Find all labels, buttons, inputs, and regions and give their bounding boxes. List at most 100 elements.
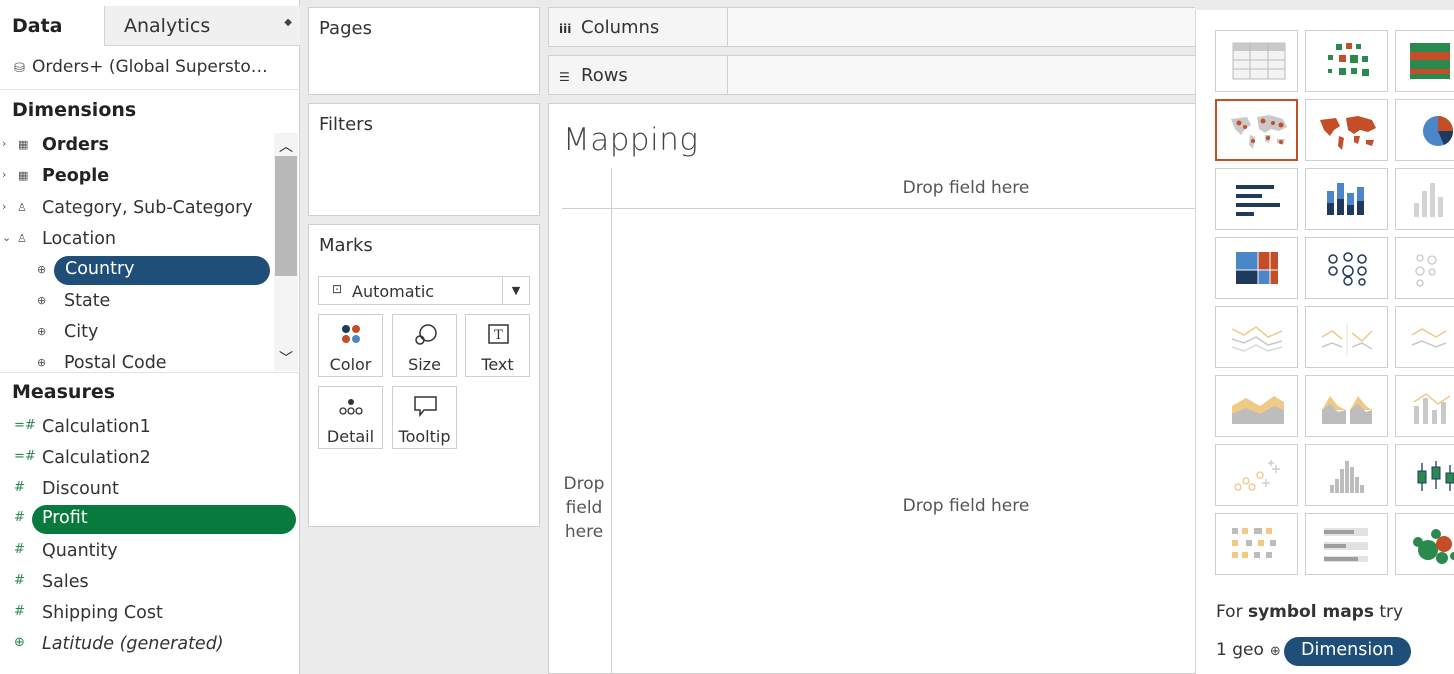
measure-label: Calculation1 (42, 417, 151, 437)
measure-item-shipping-cost[interactable]: # Shipping Cost (0, 598, 300, 629)
dimension-folder-orders[interactable]: › ▦ Orders (0, 130, 272, 161)
chevron-down-icon[interactable]: ⌄ (2, 231, 11, 244)
drop-zone-rows-line: here (564, 522, 604, 542)
lines-discrete-icon (1321, 323, 1373, 355)
rows-drop-zone[interactable] (727, 56, 1207, 94)
showme-gantt-chart[interactable] (1215, 513, 1298, 575)
chevron-up-icon[interactable]: ︿ (275, 136, 297, 155)
showme-dual-lines[interactable] (1395, 306, 1454, 368)
lines-continuous-icon (1231, 326, 1283, 352)
showme-side-by-side-circles[interactable] (1395, 237, 1454, 299)
dimension-label: Postal Code (64, 353, 167, 372)
showme-filled-map[interactable] (1305, 99, 1388, 161)
dimension-folder-people[interactable]: › ▦ People (0, 161, 272, 192)
marks-color-button[interactable]: Color (318, 314, 383, 377)
dimension-item-postal-code[interactable]: ⊕ Postal Code (0, 348, 272, 372)
filters-card[interactable]: Filters (308, 103, 540, 216)
pages-card[interactable]: Pages (308, 7, 540, 95)
measure-item-latitude[interactable]: ⊕ Latitude (generated) (0, 629, 300, 660)
showme-pie-chart[interactable] (1395, 99, 1454, 161)
marks-tooltip-button[interactable]: Tooltip (392, 386, 457, 449)
marks-tooltip-label: Tooltip (398, 427, 451, 446)
dimension-label: Orders (42, 135, 109, 155)
showme-stacked-bars[interactable] (1305, 168, 1388, 230)
showme-heat-map[interactable] (1305, 30, 1388, 92)
showme-circle-views[interactable] (1305, 237, 1388, 299)
datasource-item[interactable]: ⛁ Orders+ (Global Supersto… (0, 46, 300, 90)
hierarchy-icon: ♙ (17, 201, 27, 214)
color-icon (342, 325, 360, 343)
marks-size-label: Size (408, 355, 441, 374)
dimension-label: People (42, 166, 110, 186)
dimension-item-country[interactable]: ⊕ (0, 255, 272, 286)
marks-text-button[interactable]: T Text (465, 314, 530, 377)
circle-views-icon (1328, 252, 1367, 286)
hint-suffix: try (1373, 602, 1404, 622)
detail-icon (339, 399, 363, 415)
dual-combination-icon (1413, 393, 1451, 424)
measure-item-quantity[interactable]: # Quantity (0, 536, 300, 567)
showme-lines-continuous[interactable] (1215, 306, 1298, 368)
symbol-map-icon (1231, 115, 1287, 149)
measure-item-calculation2[interactable]: =# Calculation2 (0, 443, 300, 474)
dimension-item-city[interactable]: ⊕ City (0, 317, 272, 348)
hierarchy-icon: ♙ (17, 232, 27, 245)
dual-lines-icon (1411, 328, 1447, 348)
dimension-item-state[interactable]: ⊕ State (0, 286, 272, 317)
calc-measure-icon: =# (14, 449, 36, 464)
measure-item-discount[interactable]: # Discount (0, 474, 300, 505)
showme-horizontal-bars[interactable] (1215, 168, 1298, 230)
measure-item-calculation1[interactable]: =# Calculation1 (0, 412, 300, 443)
measure-icon: # (14, 480, 25, 495)
showme-packed-bubbles[interactable] (1395, 513, 1454, 575)
showme-scatter-plot[interactable] (1215, 444, 1298, 506)
dimension-hierarchy-location[interactable]: ⌄ ♙ Location (0, 224, 272, 255)
dimension-label: State (64, 291, 111, 311)
hint-prefix: For (1216, 602, 1248, 622)
showme-area-continuous[interactable] (1215, 375, 1298, 437)
bullet-graph-icon (1324, 528, 1368, 562)
heat-map-icon (1328, 43, 1369, 76)
rows-shelf[interactable]: ☰ Rows (548, 55, 1208, 95)
measure-item-sales[interactable]: # Sales (0, 567, 300, 598)
showme-treemap[interactable] (1215, 237, 1298, 299)
showme-box-whisker[interactable] (1395, 444, 1454, 506)
chevron-right-icon[interactable]: › (2, 168, 6, 181)
drop-zone-rows[interactable]: Drop field here (560, 472, 608, 544)
marks-detail-button[interactable]: Detail (318, 386, 383, 449)
chevron-right-icon[interactable]: › (2, 200, 6, 213)
measure-icon: # (14, 573, 25, 588)
text-table-icon (1232, 42, 1286, 80)
columns-shelf[interactable]: iii Columns (548, 7, 1208, 47)
showme-area-discrete[interactable] (1305, 375, 1388, 437)
tab-data[interactable]: Data (0, 6, 104, 46)
showme-side-by-side-bars[interactable] (1395, 168, 1454, 230)
chevron-right-icon[interactable]: › (2, 137, 6, 150)
chevron-down-icon[interactable]: ▼ (502, 277, 529, 304)
showme-bullet-graph[interactable] (1305, 513, 1388, 575)
showme-highlight-table[interactable] (1395, 30, 1454, 92)
columns-shelf-label: Columns (581, 17, 660, 38)
showme-histogram[interactable] (1305, 444, 1388, 506)
showme-symbol-map[interactable] (1215, 99, 1298, 161)
treemap-icon (1236, 252, 1278, 284)
columns-drop-zone[interactable] (727, 8, 1207, 46)
mark-type-dropdown[interactable]: ⊡ Automatic ▼ (318, 276, 530, 305)
marks-size-button[interactable]: Size (392, 314, 457, 377)
measure-item-profit[interactable]: # (0, 504, 300, 535)
measure-icon: # (14, 542, 25, 557)
chevron-down-icon[interactable]: ﹀ (275, 348, 297, 367)
measure-label: Calculation2 (42, 448, 151, 468)
tab-menu-icon[interactable]: ◆ (284, 17, 292, 28)
tab-analytics[interactable]: Analytics ◆ (104, 6, 300, 46)
dimension-hierarchy-category[interactable]: › ♙ Category, Sub-Category (0, 193, 272, 224)
showme-lines-discrete[interactable] (1305, 306, 1388, 368)
showme-dual-combination[interactable] (1395, 375, 1454, 437)
tab-data-label: Data (12, 15, 63, 37)
showme-text-table[interactable] (1215, 30, 1298, 92)
scrollbar-thumb[interactable] (275, 156, 297, 276)
measure-label: Quantity (42, 541, 118, 561)
rows-shelf-label: Rows (581, 65, 628, 86)
dimensions-header: Dimensions (12, 99, 137, 121)
globe-icon: ⊕ (1269, 644, 1281, 659)
